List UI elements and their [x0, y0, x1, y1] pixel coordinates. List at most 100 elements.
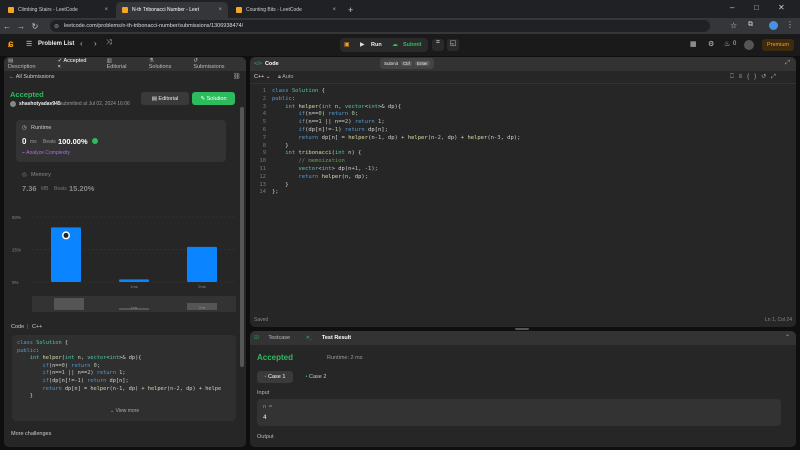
code-editor[interactable]: class Solution {public: int helper(int n… — [272, 88, 520, 197]
browser-tab-climbing-stairs[interactable]: Climbing Stairs - LeetCode × — [2, 2, 114, 18]
line-number: 4 — [262, 111, 266, 118]
maximize-panel-icon[interactable]: ⤢ — [785, 60, 790, 67]
close-window-icon[interactable]: ✕ — [778, 3, 785, 12]
new-tab-button[interactable]: + — [348, 5, 353, 15]
tab-editorial[interactable]: ▥ Editorial — [107, 58, 141, 70]
tab-submissions[interactable]: ↺ Submissions — [193, 58, 238, 70]
more-challenges-heading: More challenges — [11, 431, 52, 437]
code-line: return helper(n, dp); — [298, 173, 369, 180]
runtime-unit: ms — [30, 139, 37, 145]
case-2-tab[interactable]: • Case 2 — [298, 371, 334, 383]
all-submissions-link[interactable]: ← All Submissions — [9, 74, 55, 80]
chart-bar[interactable] — [119, 279, 149, 282]
user-avatar[interactable] — [744, 40, 754, 50]
code-line: class Solution { — [272, 88, 325, 94]
scrollbar-thumb[interactable] — [240, 107, 244, 367]
close-tab-icon[interactable]: × — [218, 7, 222, 13]
solution-label: Solution — [206, 95, 227, 102]
editor-toolbar: C++ ⌄ 🔒︎ Auto ⎕≡{}↺⤢ — [250, 71, 796, 84]
line-number: 10 — [259, 158, 266, 165]
reset-icon[interactable]: ↺ — [761, 74, 771, 80]
notes-icon[interactable]: ⌗ — [432, 39, 444, 51]
editorial-button[interactable]: ▤ Editorial — [141, 92, 189, 105]
tab-solutions[interactable]: ⚗ Solutions — [149, 58, 186, 70]
close-tab-icon[interactable]: × — [104, 7, 108, 13]
code-line: public: — [17, 347, 40, 354]
language-select[interactable]: C++ ⌄ — [254, 74, 271, 80]
submit-button[interactable]: Submit — [403, 42, 422, 48]
reload-icon[interactable]: ↻ — [28, 22, 42, 31]
view-more-button[interactable]: ⌄ View more — [110, 408, 139, 414]
tab-title: Counting Bits - LeetCode — [246, 7, 302, 13]
beats-label: Beats — [43, 139, 56, 145]
code-line: if(n==1 || n==2) return 1; — [42, 370, 126, 377]
submit-shortcut-tooltip: Submit Ctrl Enter — [380, 58, 434, 69]
shuffle-icon[interactable]: ⤨ — [106, 39, 112, 47]
close-tab-icon[interactable]: × — [332, 7, 336, 13]
profile-avatar[interactable] — [769, 21, 778, 30]
premium-button[interactable]: Premium — [762, 39, 795, 51]
analyze-complexity-link[interactable]: ⌁ Analyze Complexity — [22, 150, 70, 156]
line-number: 6 — [262, 126, 266, 133]
settings-gear-icon[interactable]: ⚙ — [708, 40, 714, 48]
tab-accepted[interactable]: ✓ Accepted × — [58, 58, 99, 70]
code-line: } — [272, 181, 289, 188]
code-line: int helper(int n, vector<int>& dp){ — [285, 103, 402, 110]
editorial-label: Editorial — [158, 95, 179, 102]
auto-mode-toggle[interactable]: 🔒︎ Auto — [278, 74, 293, 81]
tab-test-result[interactable]: >_ Test Result — [306, 335, 359, 341]
streak-fire-icon: ♨ — [724, 41, 731, 48]
left-panel-tabs: ▤ Description ✓ Accepted × ▥ Editorial ⚗… — [4, 57, 246, 71]
whiteboard-icon[interactable]: ◱ — [447, 39, 459, 51]
code-line: }; — [272, 189, 279, 196]
debug-icon[interactable]: ▣ — [344, 41, 350, 48]
url-text: leetcode.com/problems/n-th-tribonacci-nu… — [64, 23, 244, 29]
panel-resize-handle[interactable] — [515, 328, 529, 330]
extensions-icon[interactable]: ⧉ — [748, 21, 753, 29]
runtime-card[interactable]: ◷ Runtime 0 ms Beats 100.00% ⌁ Analyze C… — [16, 120, 226, 162]
overview-label: 2ms — [199, 306, 206, 310]
next-problem-icon[interactable]: › — [94, 39, 97, 48]
submitter-name[interactable]: shashotyadav945 — [19, 101, 61, 107]
fullscreen-icon[interactable]: ⤢ — [771, 74, 781, 80]
prev-problem-icon[interactable]: ‹ — [80, 39, 83, 48]
case-1-tab[interactable]: • Case 1 — [257, 371, 293, 383]
collapse-panel-icon[interactable]: ⌃ — [785, 334, 790, 341]
browser-tab-tribonacci[interactable]: N-th Tribonacci Number - Leet × — [116, 2, 228, 18]
editor-header: </> Code — [250, 57, 796, 71]
x-tick-label: 1ms — [130, 284, 138, 289]
maximize-icon[interactable]: □ — [754, 3, 759, 12]
address-bar[interactable]: ⊜ leetcode.com/problems/n-th-tribonacci-… — [50, 20, 710, 32]
bookmark-star-icon[interactable]: ☆ — [730, 21, 737, 30]
site-info-icon[interactable]: ⊜ — [54, 23, 59, 30]
solution-button[interactable]: ✎ Solution — [192, 92, 235, 105]
runtime-distribution-chart[interactable]: 50% 25% 0% 1ms 2ms 1ms 2ms — [4, 202, 246, 327]
leetcode-logo-icon[interactable]: ɕ — [8, 39, 14, 50]
case-label: Case 1 — [268, 374, 286, 380]
format-icon[interactable]: ≡ — [739, 74, 748, 80]
bookmark-icon[interactable]: ⎕ — [730, 74, 739, 80]
run-button[interactable]: Run — [371, 42, 382, 48]
chart-bar[interactable] — [187, 246, 217, 282]
beats-badge-icon — [92, 138, 98, 144]
line-number: 9 — [262, 150, 266, 157]
back-icon[interactable]: ← — [0, 22, 14, 31]
browser-tab-counting-bits[interactable]: Counting Bits - LeetCode × — [230, 2, 342, 18]
browser-menu-icon[interactable]: ⋮ — [786, 20, 794, 29]
braces-icon[interactable]: {} — [747, 74, 761, 80]
beats-label: Beats — [54, 186, 67, 192]
share-link-icon[interactable]: ⛓ — [233, 73, 241, 80]
line-number: 11 — [259, 165, 266, 172]
forward-icon[interactable]: → — [14, 22, 28, 31]
code-line: int helper(int n, vector<int>& dp){ — [29, 355, 142, 362]
clock-icon: ◷ — [22, 125, 27, 131]
problem-list-link[interactable]: Problem List — [38, 41, 74, 47]
tab-description[interactable]: ▤ Description — [8, 58, 50, 70]
input-var-name: n = — [263, 404, 273, 410]
code-line: } — [17, 393, 33, 400]
code-line: return dp[n] = helper(n-1, dp) + helper(… — [42, 385, 222, 392]
minimize-icon[interactable]: – — [730, 3, 734, 12]
line-number: 2 — [262, 95, 266, 102]
layout-icon[interactable]: ▦ — [690, 40, 697, 48]
tab-testcase[interactable]: ☑ Testcase — [254, 335, 298, 341]
